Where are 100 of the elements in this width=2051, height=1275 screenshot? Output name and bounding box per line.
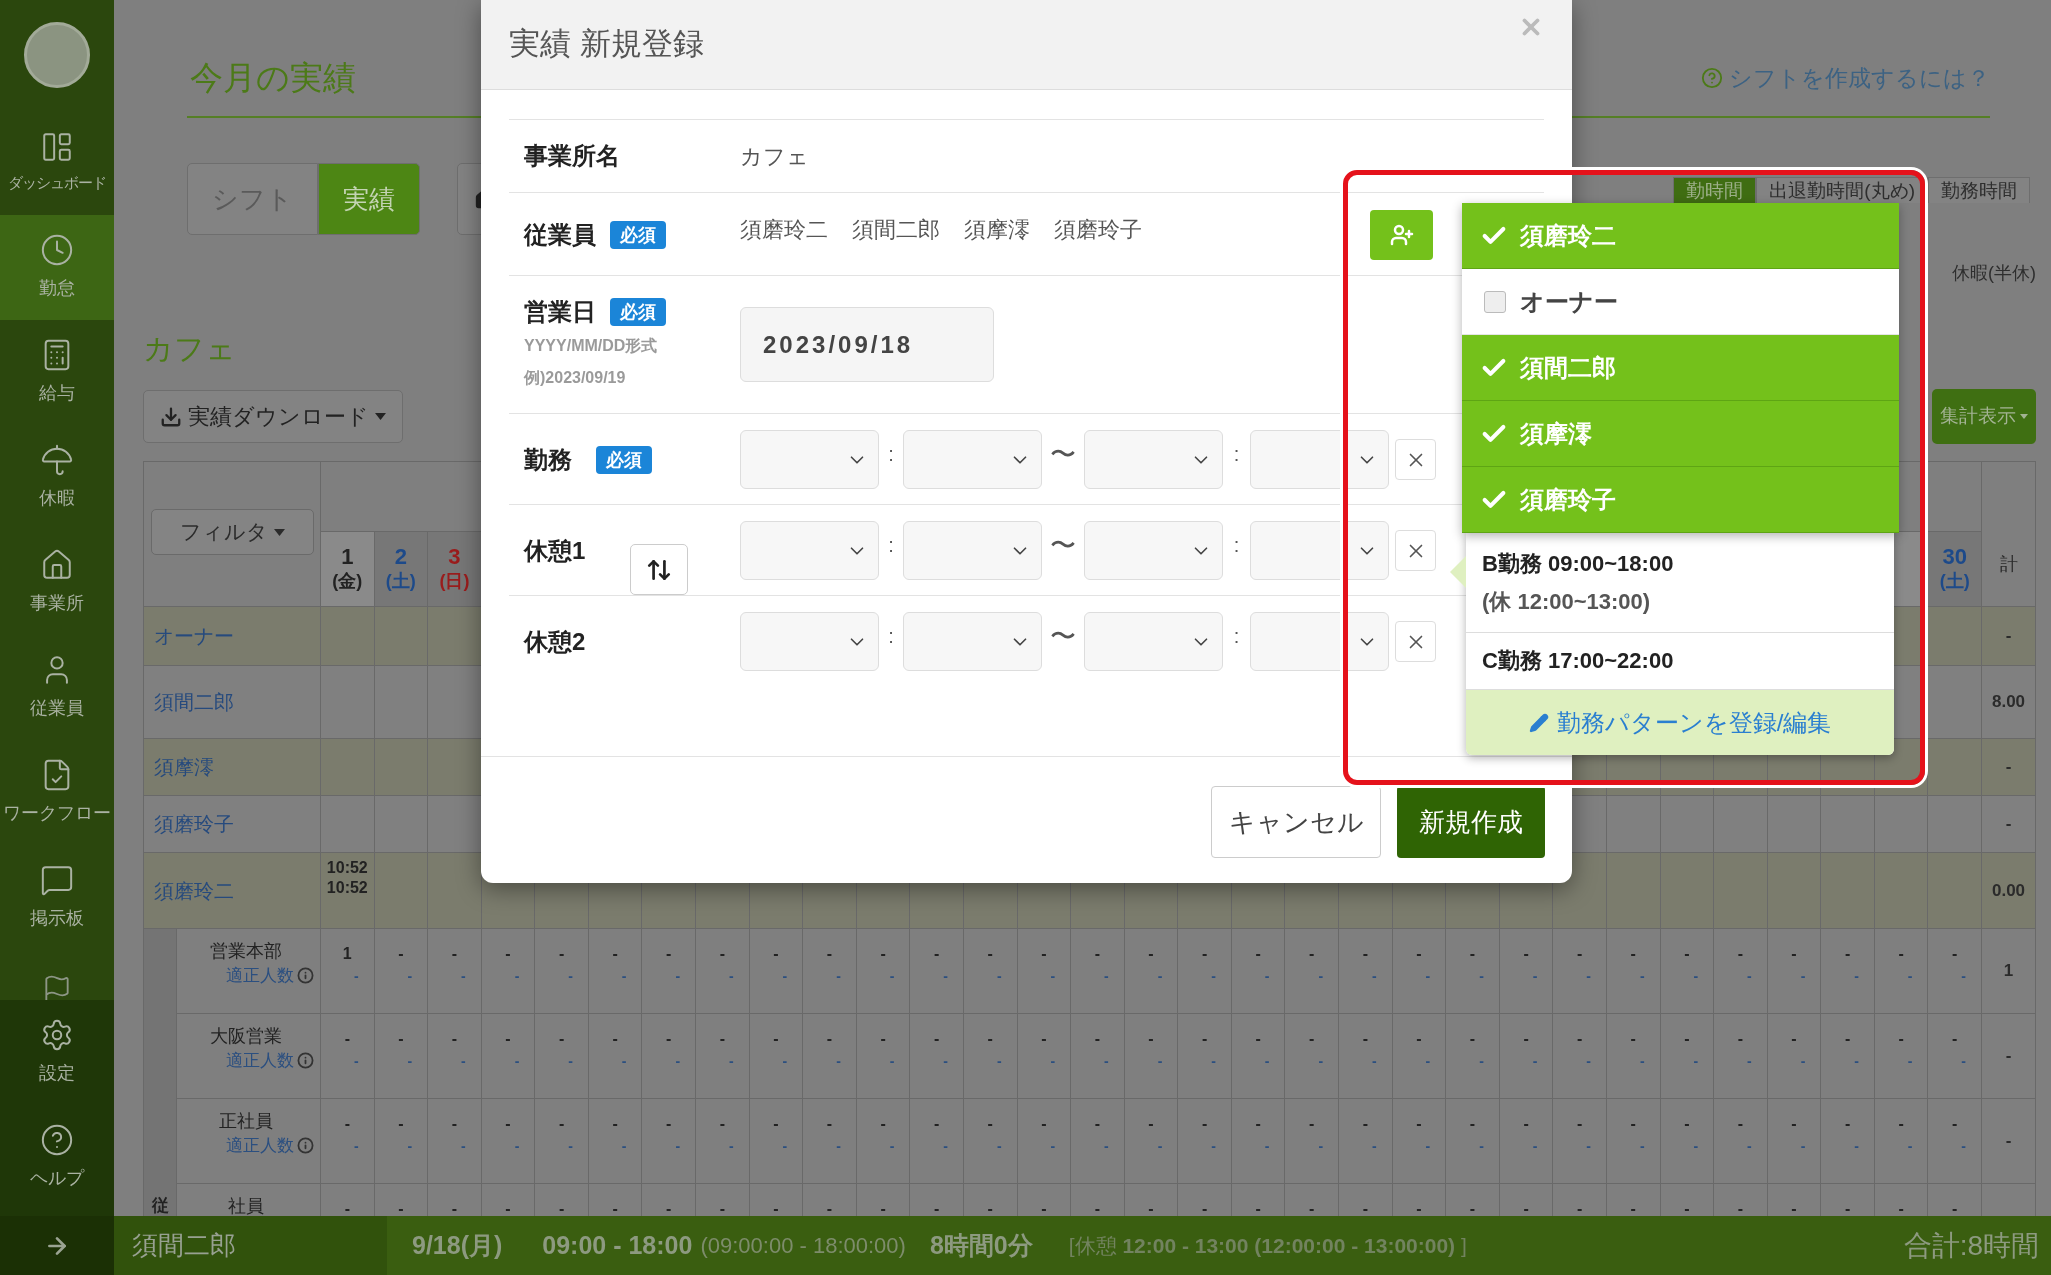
display-tab[interactable]: 出退勤時間(丸め) (1756, 177, 1928, 203)
clear-button[interactable] (1395, 621, 1436, 662)
time-record: 10:52 (326, 878, 368, 898)
format-hint: YYYY/MM/DD形式 (524, 336, 659, 356)
caret-icon (375, 413, 386, 420)
display-tab[interactable]: 勤時間 (1673, 177, 1757, 203)
employee-name-link[interactable]: 須磨玲子 (154, 809, 234, 839)
target-value: - (460, 967, 466, 986)
target-value: - (781, 967, 788, 986)
total-value: - (2005, 756, 2012, 779)
target-value: - (995, 1052, 1002, 1071)
required-badge: 必須 (610, 221, 666, 249)
employee-option[interactable]: 須磨玲二 (1462, 203, 1899, 269)
count-value: - (1416, 1029, 1422, 1049)
sidebar-item[interactable]: 掲示板 (0, 845, 114, 950)
sidebar-item[interactable]: 事業所 (0, 530, 114, 635)
target-value: - (728, 1052, 734, 1071)
sidebar-item[interactable]: 設定 (0, 1000, 114, 1105)
target-value: - (674, 967, 681, 986)
info-icon[interactable] (297, 967, 314, 985)
sidebar-item[interactable]: 勤怠 (0, 215, 114, 320)
count-value: - (719, 1114, 725, 1134)
time-select[interactable] (1250, 521, 1389, 580)
target-value: - (781, 1052, 788, 1071)
employee-option[interactable]: 須間二郎 (1462, 335, 1899, 401)
target-value: - (1692, 1052, 1699, 1071)
count-value: - (1416, 944, 1422, 964)
clear-button[interactable] (1395, 530, 1436, 571)
employee-option[interactable]: 須磨玲子 (1462, 467, 1899, 533)
count-value: - (1737, 1029, 1744, 1049)
employee-option[interactable]: オーナー (1462, 269, 1899, 335)
employee-option[interactable]: 須摩澪 (1462, 401, 1899, 467)
display-tab[interactable]: 勤務時間 (1928, 177, 2030, 203)
cancel-button[interactable]: キャンセル (1211, 786, 1381, 858)
required-badge: 必須 (596, 445, 652, 474)
clock-icon (40, 233, 74, 267)
employee-name-link[interactable]: 須間二郎 (154, 687, 234, 717)
target-value: - (1210, 967, 1216, 986)
target-value: - (1531, 1137, 1538, 1156)
count-value: - (1041, 944, 1047, 964)
target-value: - (1960, 1137, 1967, 1156)
time-record: 10:52 (326, 858, 368, 878)
sidebar-item[interactable]: 従業員 (0, 635, 114, 740)
info-icon[interactable] (297, 1052, 314, 1070)
sidebar-item[interactable]: ワークフロー (0, 740, 114, 845)
time-select[interactable] (1250, 430, 1389, 489)
checkbox[interactable] (1484, 290, 1506, 313)
sidebar-item[interactable]: ヘルプ (0, 1105, 114, 1210)
employee-name-link[interactable]: オーナー (154, 621, 234, 651)
employee-name-link[interactable]: 須磨玲二 (154, 875, 234, 906)
day-of-week: (土) (1939, 570, 1970, 593)
count-value: - (1576, 1199, 1583, 1216)
count-value: - (1844, 1114, 1851, 1134)
count-value: - (451, 1114, 458, 1134)
selected-employee: 須磨玲二 (740, 216, 828, 244)
target-value: - (1853, 967, 1859, 986)
count-value: - (880, 1114, 886, 1134)
target-value: - (674, 1137, 681, 1156)
target-value: - (567, 1052, 573, 1071)
target-value: - (1692, 967, 1699, 986)
selected-employee: 須間二郎 (852, 216, 940, 244)
view-toggle-tab[interactable]: 実績 (318, 163, 420, 235)
download-button[interactable]: 実績ダウンロード (143, 390, 403, 443)
count-value: - (1791, 1114, 1797, 1134)
target-value: - (1799, 1137, 1806, 1156)
info-icon[interactable] (297, 1137, 314, 1155)
count-value: - (398, 1029, 404, 1049)
day-of-week: (日) (439, 570, 470, 593)
field-label: 事業所名 (524, 141, 621, 171)
time-separator: : (1232, 623, 1241, 649)
modal-title: 実績 新規登録 (509, 25, 704, 64)
swap-button[interactable] (630, 544, 688, 595)
sidebar-item[interactable]: 給与 (0, 320, 114, 425)
summary-button[interactable]: 集計表示 (1932, 389, 2036, 444)
count-value: - (934, 1114, 940, 1134)
count-value: - (344, 1029, 350, 1049)
count-value: - (1255, 944, 1261, 964)
target-value: - (728, 1137, 734, 1156)
count-value: - (398, 1199, 404, 1216)
edit-patterns-link[interactable]: 勤務パターンを登録/編集 (1466, 690, 1894, 755)
count-value: - (1255, 1199, 1261, 1216)
target-value: - (1478, 1052, 1484, 1071)
count-value: - (719, 944, 725, 964)
target-value: - (1799, 967, 1806, 986)
sidebar-item[interactable]: ダッシュボード (0, 110, 114, 215)
employee-name-link[interactable]: 須摩澪 (154, 752, 214, 782)
date-field[interactable]: 2023/09/18 (740, 307, 994, 382)
count-value: - (1041, 1114, 1047, 1134)
target-value: - (1478, 967, 1484, 986)
count-value: - (1791, 1029, 1797, 1049)
count-value: - (1255, 1029, 1261, 1049)
sidebar-item[interactable]: 休暇 (0, 425, 114, 530)
count-value: - (1523, 1029, 1529, 1049)
time-select[interactable] (1250, 612, 1389, 671)
target-value: - (1424, 1052, 1431, 1071)
clear-button[interactable] (1395, 439, 1436, 480)
filter-button[interactable]: フィルタ (150, 509, 314, 555)
add-employee-button[interactable] (1370, 210, 1433, 260)
count-value: 1 (342, 944, 352, 964)
create-button[interactable]: 新規作成 (1397, 786, 1545, 858)
